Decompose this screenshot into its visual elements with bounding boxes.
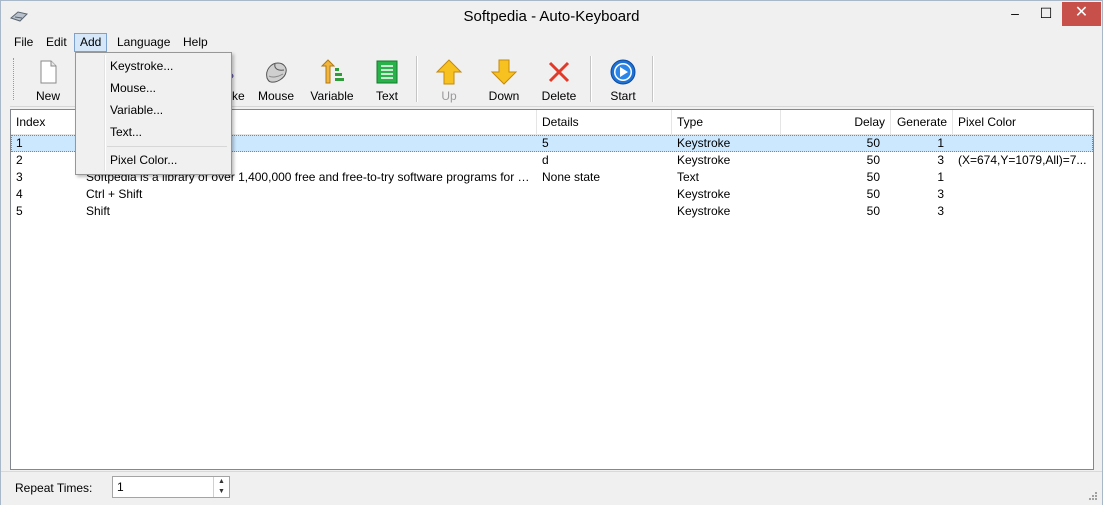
table-row[interactable]: 4 Ctrl + Shift Keystroke 50 3 (11, 186, 1093, 203)
text-button[interactable]: Text (370, 56, 404, 104)
cell-generate: 1 (937, 136, 944, 150)
app-window: Softpedia - Auto-Keyboard – ☐ ✕ File Edi… (0, 0, 1103, 505)
up-label: Up (441, 89, 457, 103)
menu-item-variable[interactable]: Variable... (77, 99, 228, 121)
arrow-down-icon (490, 59, 518, 85)
mouse-button[interactable]: Mouse (254, 56, 298, 104)
table-row[interactable]: 5 Shift Keystroke 50 3 (11, 203, 1093, 220)
cell-type: Keystroke (677, 153, 731, 167)
delete-button[interactable]: Delete (540, 56, 578, 104)
maximize-button[interactable]: ☐ (1031, 2, 1061, 26)
minimize-button[interactable]: – (1000, 2, 1030, 26)
cell-name: Ctrl + Shift (86, 187, 143, 201)
toolbar-separator (416, 56, 418, 102)
play-icon (610, 59, 636, 85)
mouse-icon (266, 62, 287, 83)
arrow-up-icon (435, 59, 463, 85)
menu-item-mouse[interactable]: Mouse... (77, 77, 228, 99)
header-type[interactable]: Type (672, 110, 781, 134)
new-button[interactable]: New (30, 56, 66, 104)
header-pixel-color[interactable]: Pixel Color (953, 110, 1093, 134)
menu-edit[interactable]: Edit (41, 34, 72, 51)
cell-details: 5 (542, 136, 549, 150)
add-menu-dropdown: Keystroke... Mouse... Variable... Text..… (75, 52, 232, 175)
spin-up-icon[interactable]: ▲ (214, 477, 229, 487)
cell-type: Keystroke (677, 187, 731, 201)
cell-generate: 1 (937, 170, 944, 184)
cell-index: 4 (16, 187, 23, 201)
menu-item-keystroke[interactable]: Keystroke... (77, 55, 228, 77)
cell-generate: 3 (937, 153, 944, 167)
menu-language[interactable]: Language (112, 34, 175, 51)
cell-details (537, 203, 672, 220)
down-label: Down (488, 89, 520, 103)
close-button[interactable]: ✕ (1062, 2, 1101, 26)
repeat-times-stepper[interactable]: 1 ▲ ▼ (112, 476, 230, 498)
menu-file[interactable]: File (9, 34, 38, 51)
variable-icon (320, 59, 344, 84)
cell-generate: 3 (937, 204, 944, 218)
cell-delay: 50 (866, 204, 880, 218)
cell-generate: 3 (937, 187, 944, 201)
repeat-times-value[interactable]: 1 (117, 480, 124, 494)
status-bar: Repeat Times: 1 ▲ ▼ (1, 471, 1102, 505)
cell-pixel-color (953, 135, 1093, 152)
toolbar-grip[interactable] (13, 58, 17, 100)
cell-name: Shift (86, 204, 111, 218)
down-button[interactable]: Down (486, 56, 522, 104)
spin-down-icon[interactable]: ▼ (214, 487, 229, 497)
cell-index: 3 (16, 170, 23, 184)
header-delay[interactable]: Delay (781, 110, 891, 134)
menu-separator (107, 146, 227, 147)
cell-index: 5 (16, 204, 23, 218)
variable-label: Variable (310, 89, 354, 103)
cell-type: Keystroke (677, 204, 731, 218)
cell-details (537, 186, 672, 203)
repeat-spinner: ▲ ▼ (213, 477, 229, 497)
text-label: Text (375, 89, 398, 103)
cell-index: 2 (16, 153, 23, 167)
menu-item-pixel-color[interactable]: Pixel Color... (77, 149, 228, 171)
up-button[interactable]: Up (434, 56, 464, 104)
cell-index: 1 (16, 136, 23, 150)
menu-bar: File Edit Add Language Help (1, 32, 1102, 52)
title-bar: Softpedia - Auto-Keyboard – ☐ ✕ (1, 1, 1102, 32)
new-label: New (35, 89, 60, 103)
delete-label: Delete (541, 89, 577, 103)
cell-pixel-color: (X=674,Y=1079,All)=7... (958, 153, 1087, 167)
cell-pixel-color (953, 203, 1093, 220)
repeat-times-label: Repeat Times: (15, 481, 93, 495)
new-document-icon (40, 60, 57, 84)
cell-pixel-color (953, 169, 1093, 186)
toolbar-separator (652, 56, 654, 102)
start-label: Start (610, 89, 636, 103)
menu-add[interactable]: Add (74, 33, 108, 52)
variable-button[interactable]: Variable (308, 56, 356, 104)
menu-help[interactable]: Help (178, 34, 213, 51)
menu-item-text[interactable]: Text... (77, 121, 228, 143)
mouse-label: Mouse (257, 89, 295, 103)
header-details[interactable]: Details (537, 110, 672, 134)
header-generate[interactable]: Generate (891, 110, 953, 134)
delete-x-icon (548, 61, 570, 83)
cell-type: Text (677, 170, 700, 184)
cell-details: None state (542, 170, 601, 184)
text-icon (376, 60, 398, 84)
cell-delay: 50 (866, 136, 880, 150)
cell-details: d (542, 153, 549, 167)
cell-delay: 50 (866, 170, 880, 184)
cell-delay: 50 (866, 153, 880, 167)
cell-pixel-color (953, 186, 1093, 203)
resize-grip-icon[interactable] (1088, 491, 1098, 501)
start-button[interactable]: Start (606, 56, 640, 104)
cell-delay: 50 (866, 187, 880, 201)
cell-type: Keystroke (677, 136, 731, 150)
toolbar-separator (590, 56, 592, 102)
window-title: Softpedia - Auto-Keyboard (463, 8, 640, 25)
